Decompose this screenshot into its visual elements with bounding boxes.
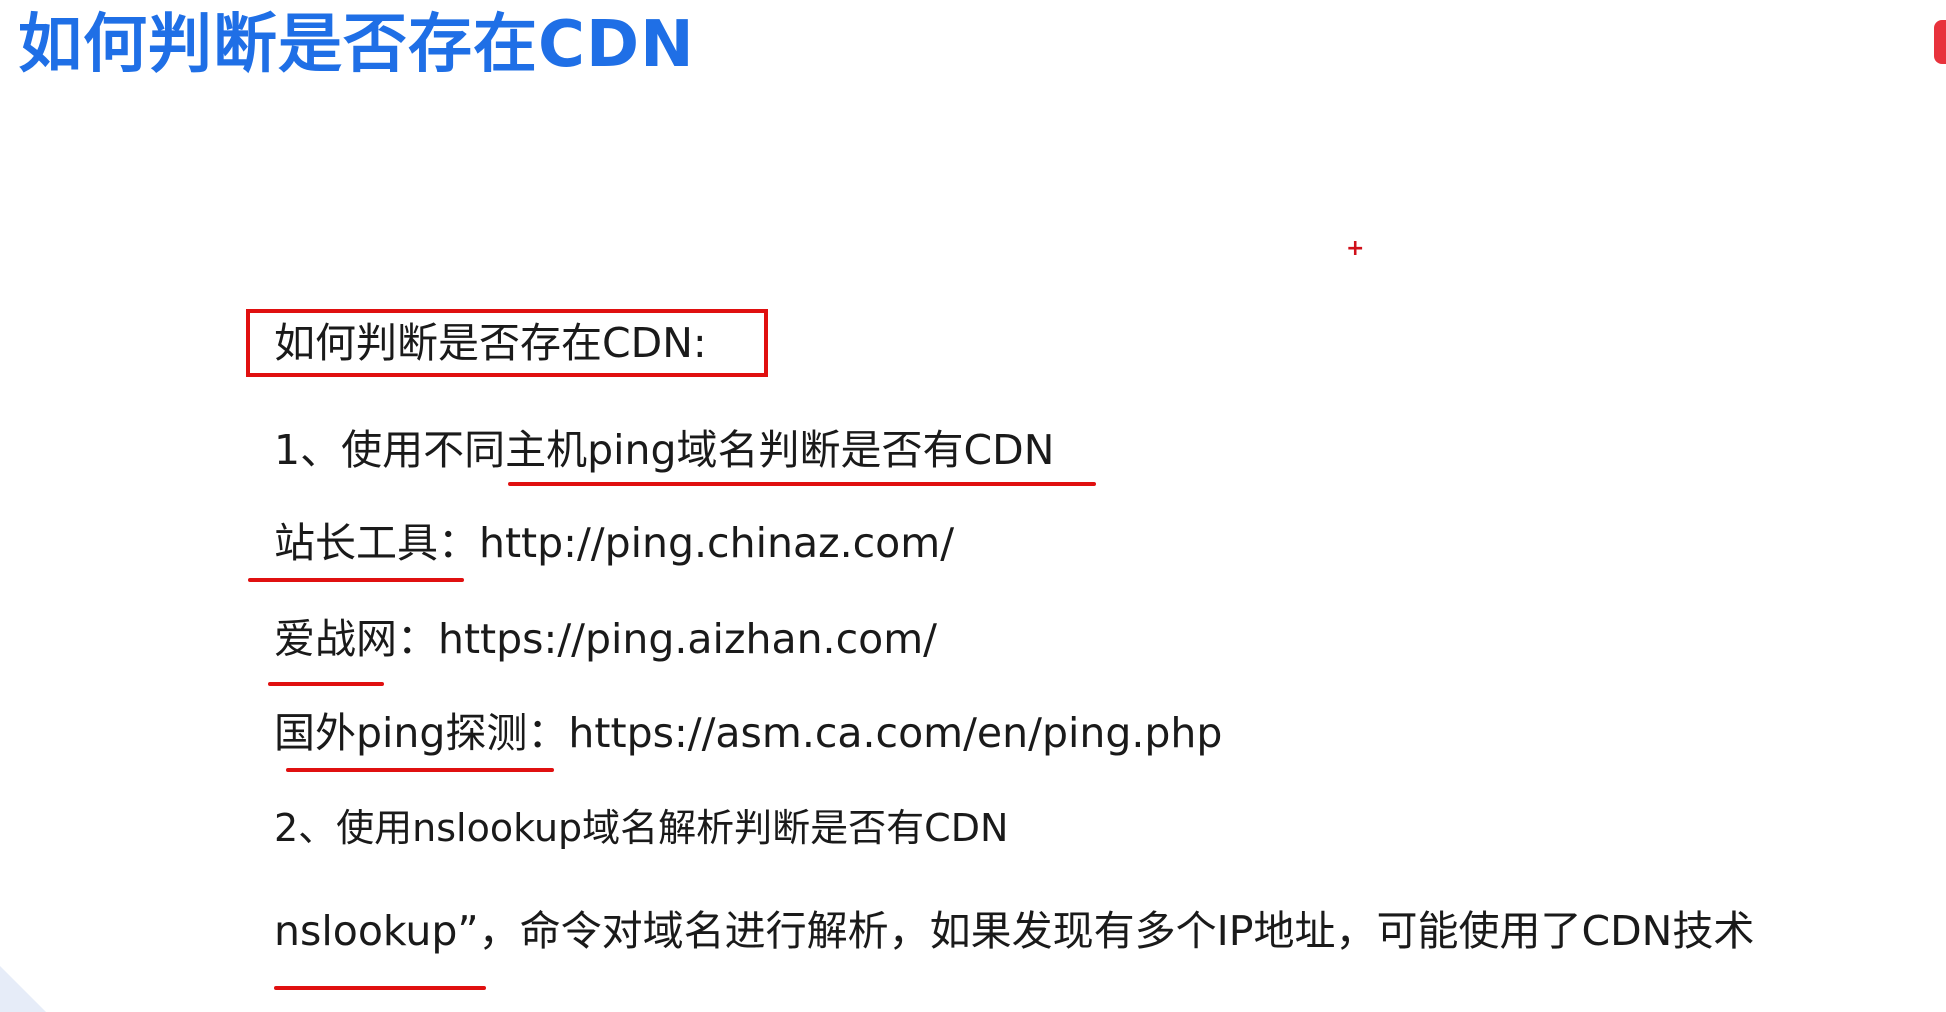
corner-decoration [0,966,46,1012]
method-1-underline [508,482,1096,486]
corner-tab [1934,20,1946,64]
tool-asm-text: 国外ping探测：https://asm.ca.com/en/ping.php [274,709,1223,757]
tool-aizhan-underline [268,682,384,686]
tool-chinaz-underline [248,578,464,582]
nslookup-underline [274,986,486,990]
nslookup-note-text: nslookup”，命令对域名进行解析，如果发现有多个IP地址，可能使用了CDN… [274,907,1755,955]
method-1-text: 1、使用不同主机ping域名判断是否有CDN [274,426,1055,474]
tool-chinaz-text: 站长工具：http://ping.chinaz.com/ [274,519,955,567]
tool-aizhan-text: 爱战网：https://ping.aizhan.com/ [274,615,937,663]
tool-asm-underline [286,768,554,772]
cursor-crosshair-icon: + [1346,236,1365,261]
slide-title: 如何判断是否存在CDN [18,8,695,82]
method-2-text: 2、使用nslookup域名解析判断是否有CDN [274,806,1009,850]
boxed-heading: 如何判断是否存在CDN: [274,319,707,367]
